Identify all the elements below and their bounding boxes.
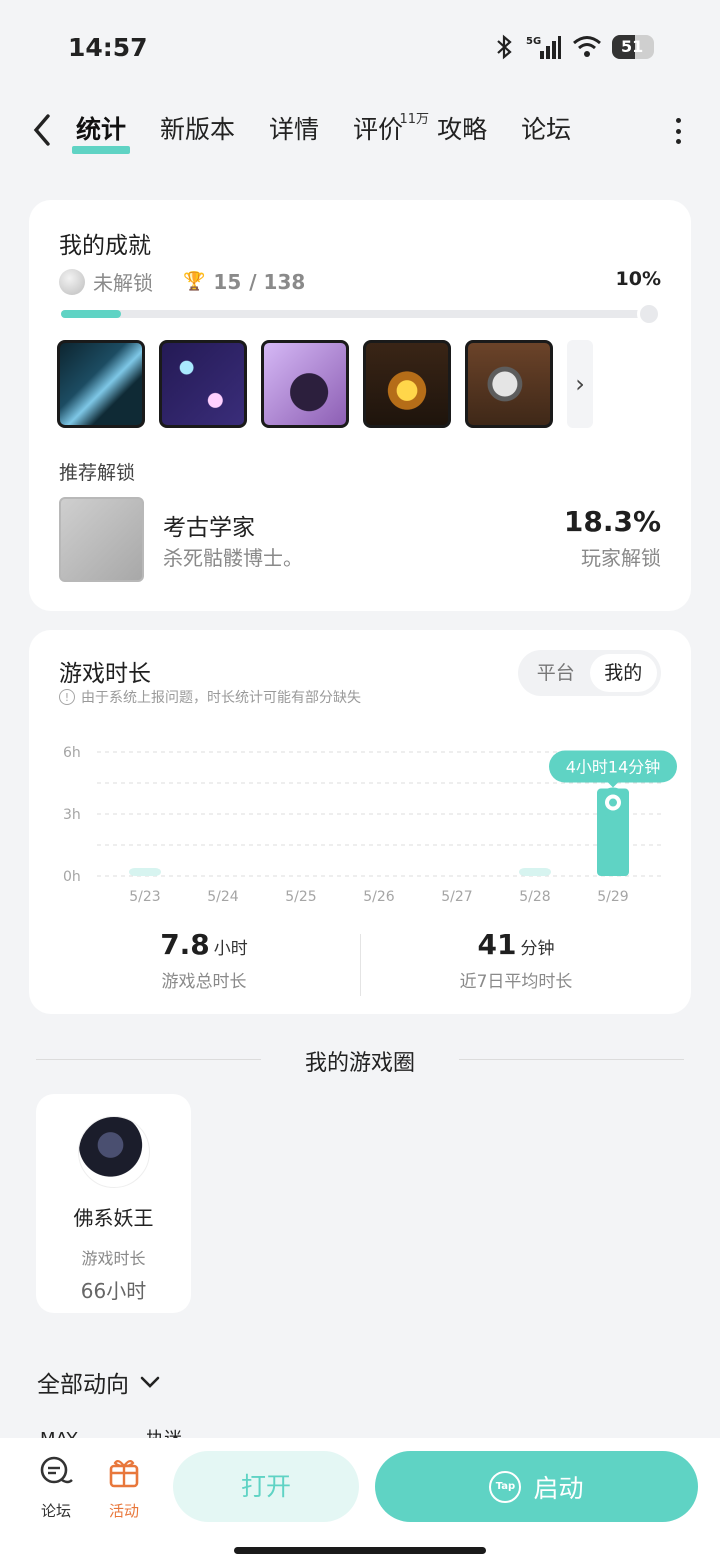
bottom-action-bar: 论坛 活动 打开 Tap 启动 [0, 1438, 720, 1565]
x-tick-label: 5/29 [597, 889, 628, 905]
tab-bar: 统计 新版本 详情 评价 11万 攻略 论坛 [71, 110, 605, 154]
signal-icon: 5G [526, 36, 561, 59]
status-icons: 5G 51 [492, 34, 654, 60]
tab-guides[interactable]: 攻略 [437, 110, 487, 150]
playtime-card: 游戏时长 ! 由于系统上报问题，时长统计可能有部分缺失 平台 我的 0h 3h 6h… [29, 630, 691, 1014]
friend-name: 佛系妖王 [73, 1206, 154, 1230]
game-circle-title: 我的游戏圈 [304, 1051, 415, 1076]
y-tick-label: 0h [63, 869, 81, 885]
more-options-icon[interactable] [674, 118, 682, 144]
x-tick-label: 5/26 [363, 889, 395, 905]
recommend-desc: 杀死骷髅博士。 [163, 546, 303, 570]
achievements-card[interactable]: 我的成就 未解锁 🏆 15 / 138 10% › 推荐解锁 考古学家 杀死骷髅… [29, 200, 691, 611]
x-tick-label: 5/24 [207, 889, 239, 905]
total-count: / 138 [249, 269, 306, 294]
tab-new-version[interactable]: 新版本 [160, 110, 235, 150]
peak-label-pointer [607, 781, 619, 788]
chart-bar [519, 868, 551, 876]
x-tick-label: 5/23 [129, 889, 160, 905]
tab-reviews[interactable]: 评价 11万 [353, 110, 429, 150]
review-count-badge: 11万 [399, 112, 430, 127]
achievement-icon-sword[interactable] [57, 340, 145, 428]
friend-playtime: 66小时 [80, 1279, 147, 1303]
start-button[interactable]: Tap 启动 [375, 1451, 698, 1522]
tab-details[interactable]: 详情 [269, 110, 319, 150]
achievement-status: 未解锁 🏆 15 / 138 [59, 267, 305, 296]
playtime-notice: ! 由于系统上报问题，时长统计可能有部分缺失 [59, 687, 361, 707]
recommend-title: 推荐解锁 [59, 462, 136, 484]
feed-filter-dropdown[interactable]: 全部动向 [37, 1365, 161, 1399]
recommend-percent-label: 玩家解锁 [581, 546, 661, 570]
back-arrow-icon[interactable] [28, 110, 58, 150]
progress-end-icon [637, 302, 661, 326]
achievement-icon-crystal[interactable] [261, 340, 349, 428]
battery-icon: 51 [612, 35, 654, 59]
info-icon: ! [59, 689, 75, 705]
achievement-icon-stars[interactable] [159, 340, 247, 428]
total-playtime: 7.8 小时 游戏总时长 [160, 928, 248, 992]
home-indicator[interactable] [234, 1547, 486, 1554]
trophy-icon: 🏆 [183, 271, 206, 292]
x-tick-label: 5/25 [285, 889, 316, 905]
divider-right [459, 1059, 684, 1060]
unlocked-count: 15 [213, 269, 242, 294]
stats-divider [360, 934, 361, 996]
y-tick-label: 6h [63, 745, 81, 761]
recommend-percent: 18.3% [563, 505, 661, 538]
avg-playtime: 41 分钟 近7日平均时长 [459, 928, 573, 992]
achievements-title: 我的成就 [59, 233, 151, 259]
chevron-right-icon[interactable]: › [567, 340, 593, 428]
toggle-mine[interactable]: 我的 [589, 654, 657, 692]
achievement-icon-chest[interactable] [363, 340, 451, 428]
forum-button[interactable]: 论坛 [31, 1456, 81, 1521]
x-tick-label: 5/28 [519, 889, 550, 905]
wifi-icon [573, 36, 601, 57]
y-tick-label: 3h [63, 807, 81, 823]
achievement-progress-bar [61, 302, 661, 326]
activity-button[interactable]: 活动 [99, 1456, 149, 1521]
forum-icon [40, 1456, 73, 1484]
status-time: 14:57 [68, 33, 148, 62]
source-toggle[interactable]: 平台 我的 [518, 650, 661, 696]
achievement-icon-skeleton[interactable] [465, 340, 553, 428]
avatar[interactable] [77, 1116, 150, 1188]
gem-icon [59, 268, 85, 295]
achievement-percent: 10% [615, 268, 661, 290]
gift-icon [109, 1459, 139, 1488]
bluetooth-icon [497, 34, 512, 60]
toggle-platform[interactable]: 平台 [522, 654, 590, 692]
playtime-title: 游戏时长 [59, 661, 151, 687]
friend-card[interactable]: 佛系妖王 游戏时长 66小时 [36, 1094, 191, 1313]
tab-stats[interactable]: 统计 [71, 110, 131, 154]
chevron-down-icon [140, 1376, 160, 1388]
achievement-icons: › [57, 340, 593, 428]
svg-text:5G: 5G [526, 36, 541, 47]
friend-playtime-label: 游戏时长 [81, 1249, 146, 1268]
open-button[interactable]: 打开 [173, 1451, 359, 1522]
locked-label: 未解锁 [93, 271, 153, 295]
tab-forum[interactable]: 论坛 [521, 110, 571, 150]
x-tick-label: 5/27 [441, 889, 472, 905]
recommend-achievement-icon[interactable] [59, 497, 144, 582]
recommend-name: 考古学家 [163, 515, 255, 541]
playtime-chart: 0h 3h 6h 5/23 5/24 5/25 5/26 5/27 5/28 4小时14分钟 5/2… [63, 745, 677, 905]
progress-fill [61, 310, 121, 318]
tap-logo-icon: Tap [489, 1470, 522, 1503]
chart-bar [129, 868, 161, 876]
peak-marker-dot [609, 798, 617, 807]
peak-data-label: 4小时14分钟 [566, 758, 661, 777]
